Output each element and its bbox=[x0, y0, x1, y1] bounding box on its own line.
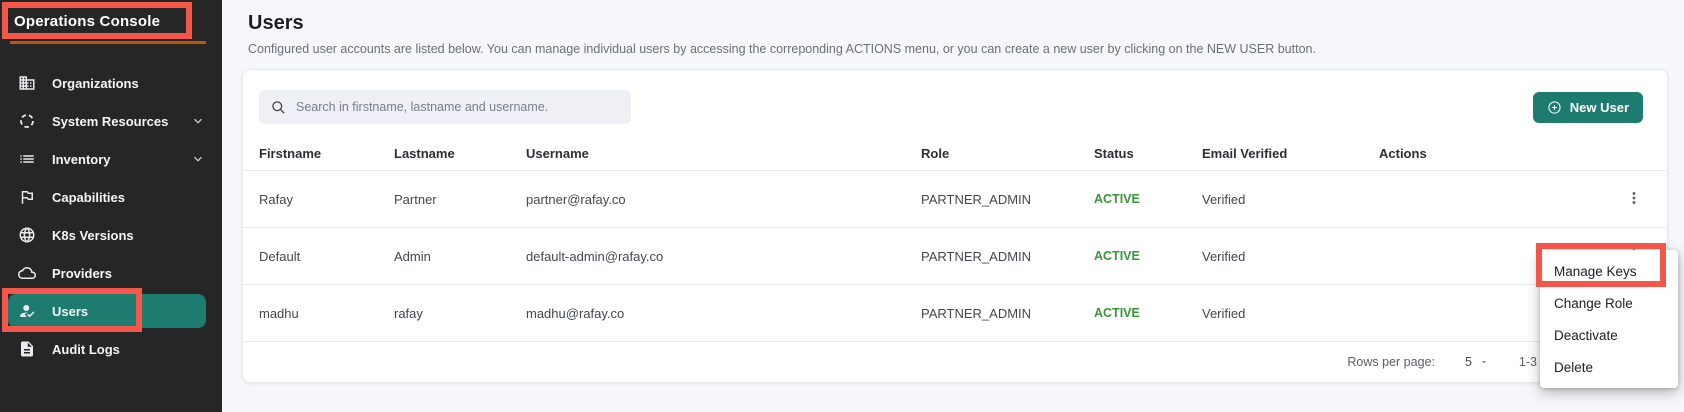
sidebar-item-users[interactable]: Users bbox=[0, 292, 222, 330]
status-badge: ACTIVE bbox=[1094, 249, 1202, 263]
column-header-email-verified: Email Verified bbox=[1202, 146, 1379, 161]
column-header-firstname: Firstname bbox=[259, 146, 394, 161]
cell-username: partner@rafay.co bbox=[526, 192, 921, 207]
sidebar-item-label: System Resources bbox=[52, 114, 168, 129]
column-header-username: Username bbox=[526, 146, 921, 161]
search-icon bbox=[271, 100, 286, 115]
pagination-range: 1-3 bbox=[1519, 355, 1537, 369]
new-user-button[interactable]: New User bbox=[1533, 92, 1643, 123]
status-badge: ACTIVE bbox=[1094, 192, 1202, 206]
cell-firstname: madhu bbox=[259, 306, 394, 321]
page-description: Configured user accounts are listed belo… bbox=[248, 42, 1668, 56]
capabilities-flag-icon bbox=[18, 188, 36, 206]
menu-item-delete[interactable]: Delete bbox=[1540, 351, 1678, 383]
cell-username: default-admin@rafay.co bbox=[526, 249, 921, 264]
column-header-role: Role bbox=[921, 146, 1094, 161]
system-resources-icon bbox=[18, 112, 36, 130]
menu-item-manage-keys[interactable]: Manage Keys bbox=[1540, 255, 1678, 287]
rows-per-page-value: 5 bbox=[1465, 355, 1472, 369]
sidebar-item-label: Audit Logs bbox=[52, 342, 120, 357]
menu-item-change-role[interactable]: Change Role bbox=[1540, 287, 1678, 319]
sidebar-title-divider bbox=[10, 41, 206, 44]
plus-circle-icon bbox=[1547, 100, 1562, 115]
sidebar-item-label: Organizations bbox=[52, 76, 139, 91]
sidebar-item-label: Users bbox=[52, 304, 88, 319]
column-header-actions: Actions bbox=[1379, 146, 1651, 161]
users-table-card: New User Firstname Lastname Username Rol… bbox=[242, 69, 1668, 383]
cell-lastname: rafay bbox=[394, 306, 526, 321]
sidebar-item-label: Inventory bbox=[52, 152, 111, 167]
cell-email-verified: Verified bbox=[1202, 249, 1379, 264]
sidebar-item-inventory[interactable]: Inventory bbox=[0, 140, 222, 178]
audit-logs-document-icon bbox=[18, 340, 36, 358]
cell-role: PARTNER_ADMIN bbox=[921, 192, 1094, 207]
table-row: Rafay Partner partner@rafay.co PARTNER_A… bbox=[243, 170, 1667, 227]
cell-role: PARTNER_ADMIN bbox=[921, 306, 1094, 321]
column-header-status: Status bbox=[1094, 146, 1202, 161]
page-title: Users bbox=[248, 12, 1668, 35]
sidebar-item-providers[interactable]: Providers bbox=[0, 254, 222, 292]
k8s-versions-globe-icon bbox=[18, 226, 36, 244]
app-title: Operations Console bbox=[0, 0, 222, 30]
table-row: Default Admin default-admin@rafay.co PAR… bbox=[243, 227, 1667, 284]
sidebar-item-system-resources[interactable]: System Resources bbox=[0, 102, 222, 140]
search-input[interactable] bbox=[296, 100, 619, 114]
cell-role: PARTNER_ADMIN bbox=[921, 249, 1094, 264]
sidebar-item-audit-logs[interactable]: Audit Logs bbox=[0, 330, 222, 368]
row-actions-context-menu: Manage Keys Change Role Deactivate Delet… bbox=[1540, 250, 1678, 388]
rows-per-page-label: Rows per page: bbox=[1347, 355, 1435, 369]
cell-lastname: Partner bbox=[394, 192, 526, 207]
status-badge: ACTIVE bbox=[1094, 306, 1202, 320]
sidebar-item-label: Providers bbox=[52, 266, 112, 281]
search-box[interactable] bbox=[259, 90, 631, 124]
table-footer: Rows per page: 5 1-3 bbox=[243, 341, 1667, 381]
caret-down-icon bbox=[1479, 357, 1489, 367]
column-header-lastname: Lastname bbox=[394, 146, 526, 161]
inventory-list-icon bbox=[18, 150, 36, 168]
cell-lastname: Admin bbox=[394, 249, 526, 264]
sidebar-nav: Organizations System Resources Inventory bbox=[0, 64, 222, 368]
sidebar-item-organizations[interactable]: Organizations bbox=[0, 64, 222, 102]
table-toolbar: New User bbox=[243, 70, 1667, 136]
cell-email-verified: Verified bbox=[1202, 192, 1379, 207]
new-user-button-label: New User bbox=[1570, 100, 1629, 115]
active-item-highlight bbox=[8, 294, 206, 328]
cell-firstname: Rafay bbox=[259, 192, 394, 207]
sidebar-item-capabilities[interactable]: Capabilities bbox=[0, 178, 222, 216]
more-vert-icon bbox=[1625, 189, 1643, 207]
sidebar: Operations Console Organizations System … bbox=[0, 0, 222, 412]
row-actions-menu-button[interactable] bbox=[1623, 188, 1645, 210]
sidebar-item-label: Capabilities bbox=[52, 190, 125, 205]
main-content: Users Configured user accounts are liste… bbox=[222, 0, 1684, 412]
rows-per-page-select[interactable]: 5 bbox=[1465, 355, 1489, 369]
cell-email-verified: Verified bbox=[1202, 306, 1379, 321]
organizations-building-icon bbox=[18, 74, 36, 92]
menu-item-deactivate[interactable]: Deactivate bbox=[1540, 319, 1678, 351]
sidebar-item-k8s-versions[interactable]: K8s Versions bbox=[0, 216, 222, 254]
table-row: madhu rafay madhu@rafay.co PARTNER_ADMIN… bbox=[243, 284, 1667, 341]
chevron-down-icon[interactable] bbox=[190, 113, 206, 129]
cell-firstname: Default bbox=[259, 249, 394, 264]
chevron-down-icon[interactable] bbox=[190, 151, 206, 167]
cell-username: madhu@rafay.co bbox=[526, 306, 921, 321]
sidebar-item-label: K8s Versions bbox=[52, 228, 134, 243]
users-person-check-icon bbox=[18, 302, 36, 320]
table-header-row: Firstname Lastname Username Role Status … bbox=[243, 136, 1667, 170]
providers-cloud-icon bbox=[18, 264, 36, 282]
